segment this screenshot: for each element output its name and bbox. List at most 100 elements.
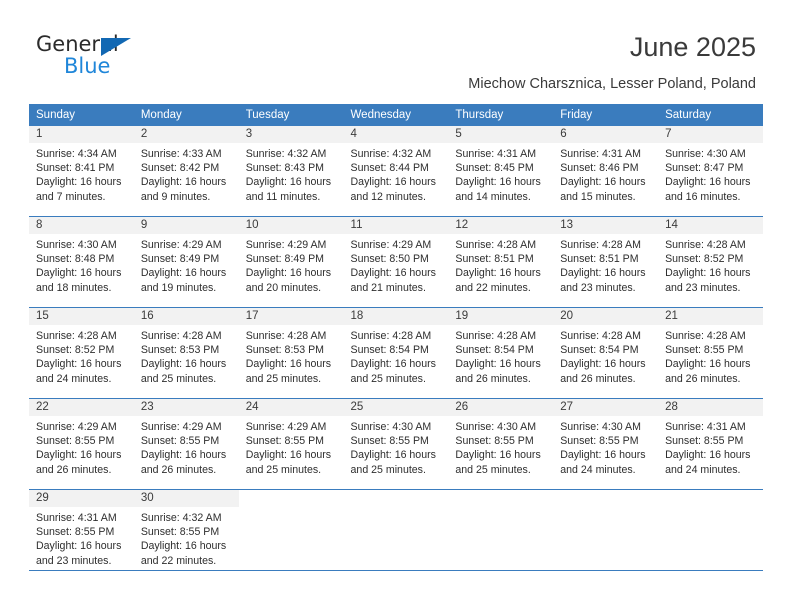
sunrise-text: Sunrise: 4:29 AM bbox=[140, 239, 222, 251]
day-details: Sunrise: 4:32 AM Sunset: 8:55 PM Daylight:… bbox=[134, 507, 239, 568]
daylight-text: Daylight: 16 hours and 22 minutes. bbox=[455, 267, 541, 294]
calendar-day-cell[interactable]: 5 Sunrise: 4:31 AM Sunset: 8:45 PM Daylight… bbox=[448, 126, 554, 217]
calendar-day-cell[interactable]: 21 Sunrise: 4:28 AM Sunset: 8:55 PM Dayligh… bbox=[658, 307, 763, 399]
calendar-day-cell[interactable]: 16 Sunrise: 4:28 AM Sunset: 8:53 PM Dayligh… bbox=[133, 307, 239, 399]
calendar-week-row: 15 Sunrise: 4:28 AM Sunset: 8:52 PM Dayligh… bbox=[29, 307, 763, 399]
calendar-day-cell[interactable]: 18 Sunrise: 4:28 AM Sunset: 8:54 PM Dayligh… bbox=[343, 307, 449, 399]
daylight-text: Daylight: 16 hours and 24 minutes. bbox=[560, 449, 646, 476]
sunrise-text: Sunrise: 4:29 AM bbox=[245, 421, 327, 433]
day-number: 29 bbox=[29, 490, 134, 507]
day-details: Sunrise: 4:29 AM Sunset: 8:55 PM Daylight:… bbox=[134, 416, 239, 477]
sunrise-text: Sunrise: 4:32 AM bbox=[140, 512, 222, 524]
day-number: 4 bbox=[343, 126, 449, 143]
calendar-week-row: 29 Sunrise: 4:31 AM Sunset: 8:55 PM Dayligh… bbox=[29, 489, 763, 580]
sunset-text: Sunset: 8:46 PM bbox=[560, 162, 639, 175]
weekday-header-wednesday: Wednesday bbox=[343, 104, 449, 126]
calendar-day-cell[interactable]: 27 Sunrise: 4:30 AM Sunset: 8:55 PM Dayligh… bbox=[553, 398, 659, 490]
calendar-body: 1 Sunrise: 4:34 AM Sunset: 8:41 PM Daylight… bbox=[29, 126, 763, 580]
sunrise-text: Sunrise: 4:28 AM bbox=[560, 330, 641, 342]
calendar-day-cell[interactable]: 13 Sunrise: 4:28 AM Sunset: 8:51 PM Dayligh… bbox=[553, 216, 659, 308]
calendar-day-cell[interactable]: 19 Sunrise: 4:28 AM Sunset: 8:54 PM Dayligh… bbox=[448, 307, 554, 399]
calendar-day-cell[interactable]: 26 Sunrise: 4:30 AM Sunset: 8:55 PM Dayligh… bbox=[448, 398, 554, 490]
calendar-day-cell[interactable]: 2 Sunrise: 4:33 AM Sunset: 8:42 PM Daylight… bbox=[133, 126, 239, 217]
calendar-day-cell[interactable]: 22 Sunrise: 4:29 AM Sunset: 8:55 PM Dayligh… bbox=[29, 398, 134, 490]
sunset-text: Sunset: 8:45 PM bbox=[455, 162, 534, 175]
calendar-day-cell[interactable]: 24 Sunrise: 4:29 AM Sunset: 8:55 PM Dayligh… bbox=[238, 398, 344, 490]
day-details: Sunrise: 4:30 AM Sunset: 8:47 PM Daylight:… bbox=[658, 143, 763, 204]
day-details: Sunrise: 4:28 AM Sunset: 8:54 PM Daylight:… bbox=[448, 325, 553, 386]
sunset-text: Sunset: 8:47 PM bbox=[665, 162, 744, 175]
day-number: 5 bbox=[448, 126, 554, 143]
calendar-day-cell[interactable]: 30 Sunrise: 4:32 AM Sunset: 8:55 PM Dayligh… bbox=[133, 489, 239, 580]
daylight-text: Daylight: 16 hours and 25 minutes. bbox=[350, 358, 436, 385]
day-details: Sunrise: 4:29 AM Sunset: 8:55 PM Daylight:… bbox=[29, 416, 134, 477]
sunrise-text: Sunrise: 4:31 AM bbox=[560, 148, 641, 160]
sunset-text: Sunset: 8:42 PM bbox=[140, 162, 220, 175]
calendar-day-cell[interactable]: 20 Sunrise: 4:28 AM Sunset: 8:54 PM Dayligh… bbox=[553, 307, 659, 399]
calendar-day-cell[interactable]: 6 Sunrise: 4:31 AM Sunset: 8:46 PM Daylight… bbox=[553, 126, 659, 217]
calendar-day-cell[interactable]: 9 Sunrise: 4:29 AM Sunset: 8:49 PM Daylight… bbox=[133, 216, 239, 308]
general-blue-logo[interactable]: General Blue bbox=[36, 33, 166, 85]
calendar-day-cell[interactable]: 12 Sunrise: 4:28 AM Sunset: 8:51 PM Dayligh… bbox=[448, 216, 554, 308]
daylight-text: Daylight: 16 hours and 26 minutes. bbox=[665, 358, 751, 385]
calendar-day-cell[interactable]: 14 Sunrise: 4:28 AM Sunset: 8:52 PM Dayligh… bbox=[658, 216, 763, 308]
sunrise-sunset-calendar: Sunday Monday Tuesday Wednesday Thursday… bbox=[29, 104, 763, 580]
sunset-text: Sunset: 8:49 PM bbox=[245, 253, 325, 266]
day-details: Sunrise: 4:31 AM Sunset: 8:46 PM Daylight:… bbox=[553, 143, 658, 204]
sunrise-text: Sunrise: 4:30 AM bbox=[665, 148, 746, 160]
sunrise-text: Sunrise: 4:28 AM bbox=[455, 330, 537, 342]
sunset-text: Sunset: 8:50 PM bbox=[350, 253, 429, 266]
sunset-text: Sunset: 8:51 PM bbox=[455, 253, 534, 266]
page-header: General Blue June 2025 Miechow Charsznic… bbox=[0, 0, 792, 100]
day-details: Sunrise: 4:29 AM Sunset: 8:50 PM Daylight:… bbox=[344, 234, 449, 295]
sunset-text: Sunset: 8:43 PM bbox=[245, 162, 325, 175]
calendar-day-cell[interactable]: 8 Sunrise: 4:30 AM Sunset: 8:48 PM Daylight… bbox=[29, 216, 134, 308]
daylight-text: Daylight: 16 hours and 25 minutes. bbox=[245, 449, 332, 476]
calendar-day-cell[interactable]: 17 Sunrise: 4:28 AM Sunset: 8:53 PM Dayligh… bbox=[238, 307, 344, 399]
daylight-text: Daylight: 16 hours and 25 minutes. bbox=[245, 358, 332, 385]
sunset-text: Sunset: 8:48 PM bbox=[36, 253, 115, 266]
calendar-day-cell[interactable]: 11 Sunrise: 4:29 AM Sunset: 8:50 PM Dayligh… bbox=[343, 216, 449, 308]
day-number bbox=[658, 490, 763, 507]
calendar-day-cell[interactable]: 7 Sunrise: 4:30 AM Sunset: 8:47 PM Daylight… bbox=[658, 126, 763, 217]
calendar-day-cell[interactable]: 28 Sunrise: 4:31 AM Sunset: 8:55 PM Dayligh… bbox=[658, 398, 763, 490]
sunrise-text: Sunrise: 4:28 AM bbox=[350, 330, 432, 342]
calendar-day-cell[interactable]: 29 Sunrise: 4:31 AM Sunset: 8:55 PM Dayligh… bbox=[29, 489, 134, 580]
day-number: 27 bbox=[553, 399, 659, 416]
sunset-text: Sunset: 8:51 PM bbox=[560, 253, 639, 266]
day-number: 15 bbox=[29, 308, 134, 325]
daylight-text: Daylight: 16 hours and 22 minutes. bbox=[140, 540, 227, 567]
logo-text-blue: Blue bbox=[64, 54, 111, 78]
sunrise-text: Sunrise: 4:34 AM bbox=[36, 148, 117, 160]
calendar-day-cell[interactable]: 25 Sunrise: 4:30 AM Sunset: 8:55 PM Dayligh… bbox=[343, 398, 449, 490]
daylight-text: Daylight: 16 hours and 21 minutes. bbox=[350, 267, 436, 294]
day-details: Sunrise: 4:31 AM Sunset: 8:55 PM Daylight:… bbox=[29, 507, 134, 568]
calendar-day-cell[interactable]: 1 Sunrise: 4:34 AM Sunset: 8:41 PM Daylight… bbox=[29, 126, 134, 217]
sunrise-text: Sunrise: 4:28 AM bbox=[455, 239, 537, 251]
day-details: Sunrise: 4:31 AM Sunset: 8:55 PM Daylight:… bbox=[658, 416, 763, 477]
daylight-text: Daylight: 16 hours and 26 minutes. bbox=[455, 358, 541, 385]
day-number: 20 bbox=[553, 308, 659, 325]
calendar-day-cell[interactable]: 4 Sunrise: 4:32 AM Sunset: 8:44 PM Daylight… bbox=[343, 126, 449, 217]
daylight-text: Daylight: 16 hours and 25 minutes. bbox=[455, 449, 541, 476]
day-number: 12 bbox=[448, 217, 554, 234]
calendar-week-row: 8 Sunrise: 4:30 AM Sunset: 8:48 PM Daylight… bbox=[29, 216, 763, 308]
day-details: Sunrise: 4:30 AM Sunset: 8:55 PM Daylight:… bbox=[448, 416, 553, 477]
day-details: Sunrise: 4:28 AM Sunset: 8:54 PM Daylight:… bbox=[344, 325, 449, 386]
daylight-text: Daylight: 16 hours and 15 minutes. bbox=[560, 176, 646, 203]
day-number: 9 bbox=[133, 217, 239, 234]
weekday-header-saturday: Saturday bbox=[658, 104, 763, 126]
daylight-text: Daylight: 16 hours and 7 minutes. bbox=[36, 176, 122, 203]
calendar-day-cell[interactable]: 3 Sunrise: 4:32 AM Sunset: 8:43 PM Daylight… bbox=[238, 126, 344, 217]
day-number: 3 bbox=[238, 126, 344, 143]
calendar-day-cell[interactable]: 23 Sunrise: 4:29 AM Sunset: 8:55 PM Dayligh… bbox=[133, 398, 239, 490]
calendar-day-cell[interactable]: 15 Sunrise: 4:28 AM Sunset: 8:52 PM Dayligh… bbox=[29, 307, 134, 399]
day-details: Sunrise: 4:29 AM Sunset: 8:55 PM Daylight:… bbox=[239, 416, 344, 477]
day-number: 2 bbox=[133, 126, 239, 143]
daylight-text: Daylight: 16 hours and 12 minutes. bbox=[350, 176, 436, 203]
sunrise-text: Sunrise: 4:32 AM bbox=[350, 148, 432, 160]
sunrise-text: Sunrise: 4:30 AM bbox=[560, 421, 641, 433]
day-details: Sunrise: 4:28 AM Sunset: 8:53 PM Daylight:… bbox=[239, 325, 344, 386]
daylight-text: Daylight: 16 hours and 24 minutes. bbox=[36, 358, 122, 385]
calendar-day-cell[interactable]: 10 Sunrise: 4:29 AM Sunset: 8:49 PM Dayligh… bbox=[238, 216, 344, 308]
